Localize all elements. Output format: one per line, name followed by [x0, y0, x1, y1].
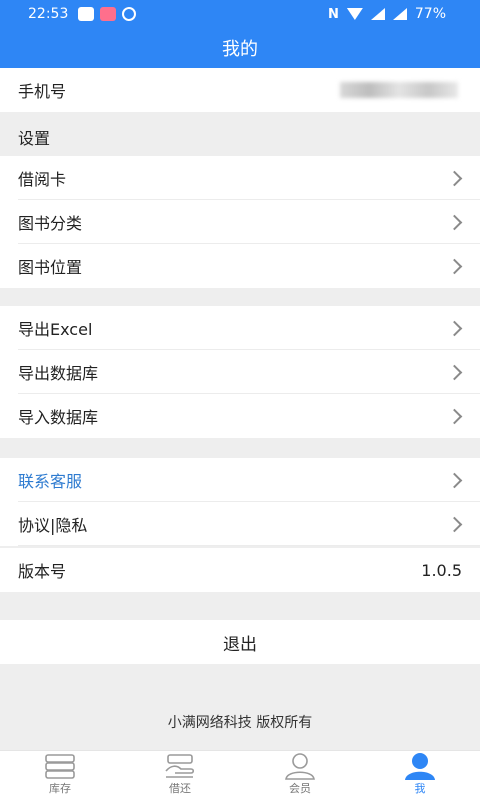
settings-item-label: 借阅卡: [18, 170, 67, 189]
tab-inventory-label: 库存: [49, 782, 71, 795]
chevron-right-icon: [446, 214, 463, 230]
signal-icon: [370, 8, 385, 20]
battery-percent: 77%: [414, 6, 446, 22]
support-item-agreement-privacy[interactable]: 协议|隐私: [0, 502, 480, 546]
me-icon: [402, 751, 438, 780]
tab-inventory[interactable]: 库存: [0, 751, 120, 800]
app-notification-icon: [100, 7, 117, 21]
page-title: 我的: [222, 39, 258, 60]
status-notification-icons: [78, 7, 137, 21]
phone-row: 手机号: [0, 68, 480, 112]
settings-item-label: 图书位置: [18, 258, 83, 277]
chevron-right-icon: [446, 320, 463, 336]
logout-label: 退出: [223, 634, 257, 655]
tab-borrow-return[interactable]: 借还: [120, 751, 240, 800]
data-item-label: 导入数据库: [18, 408, 99, 427]
settings-item-book-category[interactable]: 图书分类: [0, 200, 480, 244]
borrow-return-icon: [162, 751, 198, 780]
data-item-import-database[interactable]: 导入数据库: [0, 394, 480, 438]
member-icon: [282, 751, 318, 780]
agreement-privacy-label: 协议|隐私: [18, 516, 88, 535]
settings-item-label: 图书分类: [18, 214, 83, 233]
version-value: 1.0.5: [421, 560, 462, 580]
chevron-right-icon: [446, 472, 463, 488]
tab-me[interactable]: 我: [360, 751, 480, 800]
contact-service-label: 联系客服: [18, 472, 83, 491]
inventory-icon: [42, 751, 78, 780]
phone-label: 手机号: [18, 82, 67, 101]
page-title-bar: 我的: [0, 28, 480, 68]
tab-member-label: 会员: [289, 782, 311, 795]
status-system-icons: N 77%: [328, 6, 446, 22]
settings-section-text: 设置: [18, 129, 51, 148]
support-item-contact-service[interactable]: 联系客服: [0, 458, 480, 502]
chevron-right-icon: [446, 516, 463, 532]
tab-borrow-return-label: 借还: [169, 782, 191, 795]
app-notification-icon: [78, 7, 95, 21]
data-item-label: 导出Excel: [18, 320, 93, 339]
status-time: 22:53: [28, 6, 69, 22]
phone-number-blurred: [340, 82, 458, 98]
status-bar: 22:53 N 77%: [0, 0, 480, 28]
wifi-icon: [346, 8, 363, 20]
tab-me-label: 我: [414, 782, 426, 795]
logout-button[interactable]: 退出: [0, 620, 480, 664]
version-row: 版本号 1.0.5: [0, 548, 480, 592]
chevron-right-icon: [446, 258, 463, 274]
settings-section-label: 设置: [0, 116, 480, 158]
tab-member[interactable]: 会员: [240, 751, 360, 800]
chevron-right-icon: [446, 408, 463, 424]
copyright-text: 小满网络科技 版权所有: [167, 715, 313, 731]
bottom-tab-bar: 库存 借还 会员 我: [0, 750, 480, 800]
signal-icon: [392, 8, 407, 20]
data-item-label: 导出数据库: [18, 364, 99, 383]
data-item-export-excel[interactable]: 导出Excel: [0, 306, 480, 350]
settings-item-book-location[interactable]: 图书位置: [0, 244, 480, 288]
version-label: 版本号: [18, 562, 67, 581]
chevron-right-icon: [446, 170, 463, 186]
settings-item-library-card[interactable]: 借阅卡: [0, 156, 480, 200]
chevron-right-icon: [446, 364, 463, 380]
data-item-export-database[interactable]: 导出数据库: [0, 350, 480, 394]
nfc-icon: N: [327, 6, 339, 22]
app-notification-icon: [122, 7, 137, 21]
